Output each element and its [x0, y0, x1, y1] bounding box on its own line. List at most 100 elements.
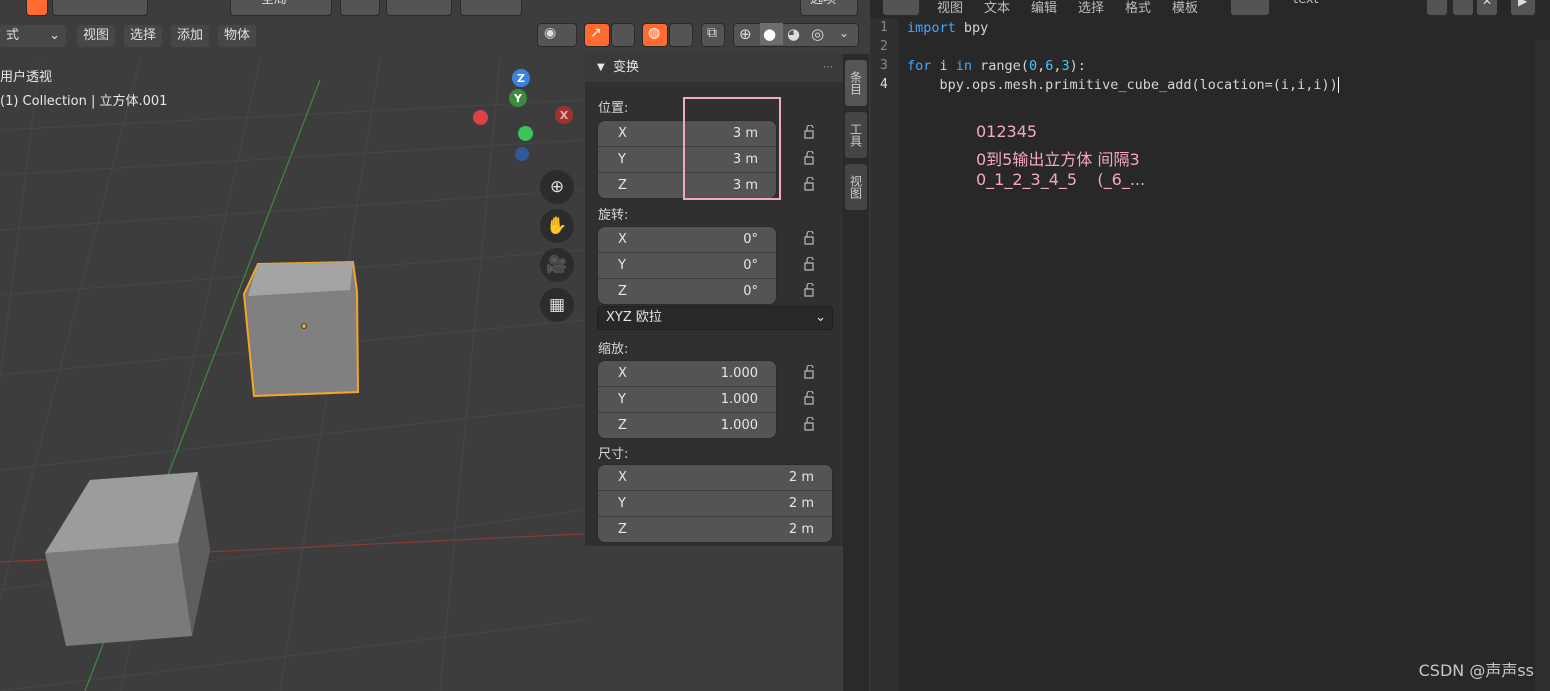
perspective-label: 用户透视: [0, 70, 53, 85]
material-shading-icon: ◕: [787, 25, 801, 43]
menu-object[interactable]: 物体: [218, 25, 257, 47]
dimensions-x-field[interactable]: X 2 m: [598, 465, 832, 491]
lock-icon[interactable]: [802, 416, 820, 431]
rotation-mode-value: XYZ 欧拉: [606, 310, 662, 325]
tab-tool[interactable]: 工具: [845, 112, 867, 158]
menu-view[interactable]: 视图: [77, 25, 116, 47]
mode-dropdown[interactable]: 式 ⌄: [0, 25, 66, 47]
lock-icon[interactable]: [802, 256, 820, 271]
text-editor[interactable]: 视图 文本 编辑 选择 格式 模板 text ✕ ▶ 1 2 3 4 impor…: [870, 0, 1550, 691]
unlink-text-button[interactable]: ✕: [1476, 0, 1498, 16]
pan-button[interactable]: ✋: [540, 209, 574, 243]
gizmo-neg-z[interactable]: [515, 147, 529, 161]
editor-menu-edit[interactable]: 编辑: [1031, 0, 1057, 16]
transform-title: 变换: [613, 60, 640, 75]
chevron-down-icon: ⌄: [839, 26, 850, 40]
highlight-box: [683, 97, 781, 200]
gizmo-z-axis[interactable]: Z: [512, 69, 530, 87]
gizmo-toggle-button[interactable]: ↗: [584, 23, 610, 47]
eye-icon: ◉: [544, 25, 557, 41]
camera-view-button[interactable]: 🎥: [540, 248, 574, 282]
new-text-button[interactable]: [1426, 0, 1448, 16]
dimensions-z-field[interactable]: Z 2 m: [598, 517, 832, 542]
scale-y-field[interactable]: Y 1.000: [598, 387, 776, 413]
selected-cube[interactable]: [242, 260, 360, 398]
text-browse-dropdown[interactable]: [1230, 0, 1270, 16]
text-cursor: [1337, 77, 1339, 93]
field-value: 2 m: [788, 470, 814, 485]
tab-view[interactable]: 视图: [845, 164, 867, 210]
rotation-mode-dropdown[interactable]: XYZ 欧拉 ⌄: [597, 306, 833, 330]
gizmo-neg-x[interactable]: [473, 110, 488, 125]
annotation-line-2: 0到5输出立方体 间隔3: [976, 150, 1140, 169]
shading-buttons[interactable]: ⊕ ● ◕ ◎ ⌄: [733, 23, 859, 47]
scope-label: 全局: [261, 0, 287, 7]
code-line-4[interactable]: bpy.ops.mesh.primitive_cube_add(location…: [907, 77, 1339, 93]
lock-icon[interactable]: [802, 124, 820, 139]
select-box-tool-button[interactable]: [26, 0, 48, 16]
options-dropdown[interactable]: 选项: [800, 0, 858, 16]
editor-menu-view[interactable]: 视图: [937, 0, 963, 16]
rotation-x-field[interactable]: X 0°: [598, 227, 776, 253]
overlay-dropdown[interactable]: [669, 23, 693, 47]
annotation-line-3: 0_1_2_3_4_5 (_6_...: [976, 170, 1146, 189]
editor-menu-templates[interactable]: 模板: [1172, 0, 1198, 16]
editor-menu-format[interactable]: 格式: [1125, 0, 1151, 16]
menu-add-label: 添加: [177, 28, 204, 43]
options-label: 选项: [810, 0, 836, 7]
gizmo-neg-y[interactable]: [518, 126, 533, 141]
menu-select[interactable]: 选择: [124, 25, 163, 47]
text-name-field[interactable]: text: [1272, 0, 1410, 16]
dimensions-y-field[interactable]: Y 2 m: [598, 491, 832, 517]
visibility-dropdown[interactable]: ◉: [537, 23, 577, 47]
editor-menu-text[interactable]: 文本: [984, 0, 1010, 16]
cube[interactable]: [45, 472, 210, 646]
gizmo-dropdown[interactable]: [611, 23, 635, 47]
axis-label: Z: [618, 418, 627, 433]
lock-icon[interactable]: [802, 176, 820, 191]
overlay-toggle-button[interactable]: ◍: [642, 23, 668, 47]
scale-z-field[interactable]: Z 1.000: [598, 413, 776, 438]
drag-handle-icon[interactable]: ⋯: [823, 54, 833, 82]
gizmo-x-axis[interactable]: X: [555, 106, 573, 124]
line-number: 2: [880, 39, 888, 54]
run-script-button[interactable]: ▶: [1510, 0, 1536, 16]
transform-panel-header[interactable]: ▼ 变换 ⋯: [585, 54, 843, 82]
tab-item[interactable]: 条目: [845, 60, 867, 106]
xray-toggle-button[interactable]: ⧉: [701, 23, 725, 47]
lock-icon[interactable]: [802, 230, 820, 245]
editor-type-dropdown[interactable]: [882, 0, 920, 16]
scale-x-field[interactable]: X 1.000: [598, 361, 776, 387]
gizmo-y-axis[interactable]: Y: [509, 89, 527, 107]
lock-icon[interactable]: [802, 390, 820, 405]
rotation-z-field[interactable]: Z 0°: [598, 279, 776, 304]
camera-icon: 🎥: [546, 255, 568, 275]
pivot-dropdown[interactable]: [340, 0, 380, 16]
selection-mode-buttons[interactable]: [52, 0, 148, 16]
scale-label: 缩放:: [598, 342, 629, 357]
gizmo-icon: ↗: [590, 25, 602, 41]
transform-orientation-dropdown[interactable]: 全局: [230, 0, 332, 16]
lock-icon[interactable]: [802, 364, 820, 379]
open-text-button[interactable]: [1452, 0, 1474, 16]
zoom-button[interactable]: ⊕: [540, 170, 574, 204]
axis-label: Z: [618, 284, 627, 299]
proportional-edit-buttons[interactable]: [460, 0, 522, 16]
vertical-scrollbar[interactable]: [1535, 40, 1550, 691]
rotation-y-field[interactable]: Y 0°: [598, 253, 776, 279]
dimensions-label: 尺寸:: [598, 447, 629, 462]
chevron-down-icon: ⌄: [49, 28, 60, 43]
menu-select-label: 选择: [130, 28, 157, 43]
code-line-3[interactable]: for i in range(0,6,3):: [907, 58, 1086, 74]
annotation-line-1: 012345: [976, 122, 1038, 141]
lock-icon[interactable]: [802, 150, 820, 165]
lock-icon[interactable]: [802, 282, 820, 297]
code-line-1[interactable]: import bpy: [907, 20, 988, 36]
editor-menu-select[interactable]: 选择: [1078, 0, 1104, 16]
sidebar-tabs: 条目 工具 视图: [843, 54, 869, 691]
grid-icon: ▦: [548, 295, 566, 315]
snap-buttons[interactable]: [386, 0, 452, 16]
dimensions-fields: X 2 m Y 2 m Z 2 m: [597, 464, 833, 543]
menu-add[interactable]: 添加: [171, 25, 210, 47]
ortho-toggle-button[interactable]: ▦: [540, 288, 574, 322]
